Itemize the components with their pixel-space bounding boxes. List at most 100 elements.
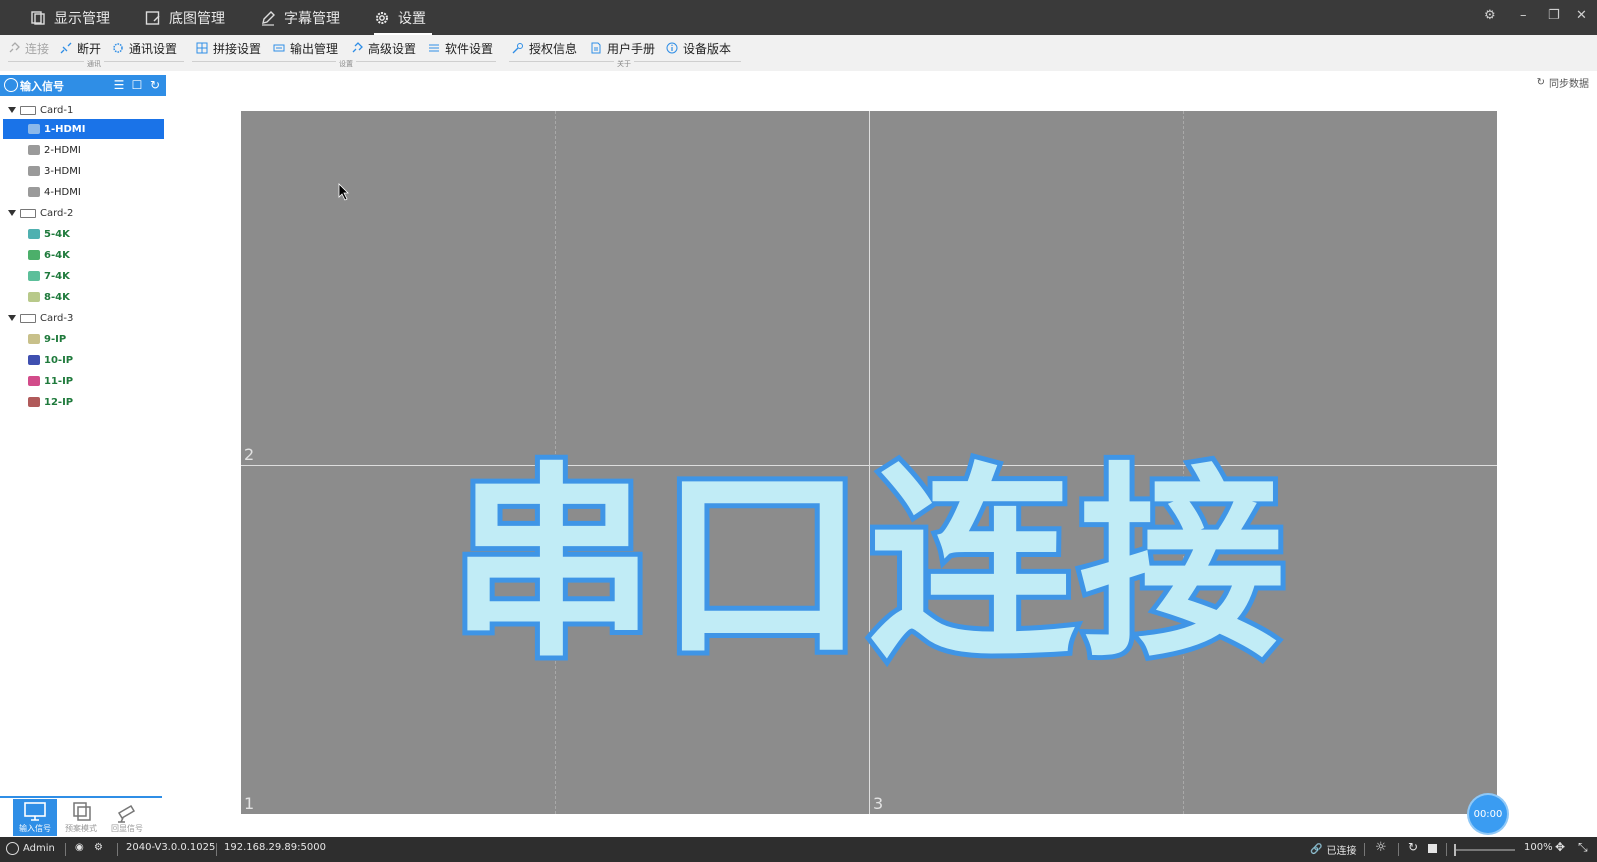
input-5-4k[interactable]: 5-4K [28, 226, 70, 242]
input-4-hdmi[interactable]: 4-HDMI [28, 184, 81, 200]
tree-card-1[interactable]: Card-1 [8, 102, 73, 118]
input-2-hdmi[interactable]: 2-HDMI [28, 142, 81, 158]
card-icon [20, 313, 36, 323]
input-label: 2-HDMI [44, 144, 81, 156]
card-icon [20, 105, 36, 115]
brightness-icon[interactable]: ☼ [1375, 840, 1387, 855]
input-label: 10-IP [44, 354, 74, 366]
expand-triangle-icon[interactable] [8, 210, 16, 216]
tab-preset-mode[interactable]: 预案模式 [59, 799, 103, 836]
input-6-4k[interactable]: 6-4K [28, 247, 70, 263]
input-label: 1-HDMI [44, 123, 86, 135]
tab-subtitle-management[interactable]: 字幕管理 [260, 0, 340, 35]
output-management-button[interactable]: 输出管理 [273, 41, 338, 56]
splice-settings-button[interactable]: 拼接设置 [196, 41, 262, 56]
input-signal-panel-header: 输入信号 ☰ ☐ ↻ [0, 75, 166, 96]
stop-icon[interactable] [1428, 844, 1437, 853]
zoom-slider[interactable] [1455, 849, 1515, 851]
input-3-hdmi[interactable]: 3-HDMI [28, 163, 81, 179]
advanced-settings-label: 高级设置 [368, 41, 417, 56]
refresh-icon[interactable]: ↻ [148, 78, 162, 92]
mouse-cursor-icon [338, 183, 349, 201]
tab-background-management[interactable]: 底图管理 [145, 0, 225, 35]
disconnect-button[interactable]: 断开 [60, 41, 102, 56]
license-info-button[interactable]: 授权信息 [512, 41, 577, 56]
tab-settings[interactable]: 设置 [374, 0, 432, 35]
input-label: 4-HDMI [44, 186, 81, 198]
input-label: 6-4K [44, 249, 70, 261]
device-version-button[interactable]: 设备版本 [666, 41, 731, 56]
comm-settings-label: 通讯设置 [129, 41, 178, 56]
image-edit-icon [145, 10, 160, 25]
divider [1364, 843, 1365, 856]
card-icon [20, 208, 36, 218]
input-11-ip[interactable]: 11-IP [28, 373, 73, 389]
restore-icon[interactable]: ❐ [1548, 8, 1560, 23]
zoom-slider-handle[interactable] [1454, 844, 1456, 856]
language-icon[interactable]: ◉ [75, 842, 84, 853]
monitor-4k-icon [28, 229, 40, 239]
tab-input-signal[interactable]: 输入信号 [13, 799, 57, 836]
hdmi-icon [28, 145, 40, 155]
zoom-level: 100% [1524, 842, 1553, 853]
comm-settings-button[interactable]: 通讯设置 [112, 41, 178, 56]
timer-button[interactable]: 00:00 [1469, 795, 1507, 833]
connection-status: 🔗 已连接 [1310, 842, 1356, 857]
sync-data-button[interactable]: ↻ 同步数据 [1537, 75, 1589, 90]
card-label: Card-3 [40, 312, 74, 324]
divider [216, 843, 217, 856]
input-7-4k[interactable]: 7-4K [28, 268, 70, 284]
bottom-tabs-divider [0, 796, 162, 798]
card-label: Card-2 [40, 207, 74, 219]
square-view-icon[interactable]: ☐ [130, 78, 144, 92]
disconnect-label: 断开 [77, 41, 102, 56]
input-8-4k[interactable]: 8-4K [28, 289, 70, 305]
tab-echo-signal[interactable]: 回显信号 [105, 799, 149, 836]
group-label-about: 关于 [614, 59, 634, 69]
ip-camera-icon [28, 376, 40, 386]
pen-icon [262, 10, 275, 26]
tab-label: 输入信号 [19, 824, 51, 833]
hdmi-icon [28, 124, 40, 134]
user-manual-button[interactable]: 用户手册 [590, 41, 655, 56]
sync-label: 同步数据 [1549, 79, 1589, 90]
input-10-ip[interactable]: 10-IP [28, 352, 73, 368]
user-indicator[interactable]: Admin [6, 842, 55, 855]
connect-label: 连接 [25, 41, 50, 56]
list-view-icon[interactable]: ☰ [112, 78, 126, 92]
tab-label: 预案模式 [65, 824, 97, 833]
input-12-ip[interactable]: 12-IP [28, 394, 73, 410]
tab-label: 设置 [398, 10, 426, 27]
tab-label: 显示管理 [54, 10, 110, 27]
connect-button[interactable]: 连接 [8, 41, 50, 56]
input-9-ip[interactable]: 9-IP [28, 331, 66, 347]
tree-card-3[interactable]: Card-3 [8, 310, 73, 326]
close-icon[interactable]: ✕ [1576, 8, 1587, 23]
advanced-settings-button[interactable]: 高级设置 [351, 41, 417, 56]
minimize-icon[interactable]: – [1520, 8, 1527, 23]
hdmi-icon [28, 187, 40, 197]
expand-triangle-icon[interactable] [8, 315, 16, 321]
input-1-hdmi[interactable]: 1-HDMI [28, 121, 85, 137]
video-wall-canvas[interactable]: 2 1 3 串口连接 [241, 111, 1497, 814]
divider [1446, 843, 1447, 856]
gear-icon [376, 11, 388, 24]
software-settings-button[interactable]: 软件设置 [428, 41, 493, 56]
expand-triangle-icon[interactable] [8, 107, 16, 113]
settings-gear-icon[interactable]: ⚙ [1484, 8, 1496, 23]
fit-screen-icon[interactable]: ✥ [1555, 840, 1565, 854]
refresh-icon[interactable]: ↻ [1408, 840, 1418, 854]
toolbar: 连接 断开 通讯设置 拼接设置 输出管理 高级设置 软件设置 授权信息 用户手册… [0, 35, 1597, 71]
tab-display-management[interactable]: 显示管理 [30, 0, 110, 35]
input-label: 5-4K [44, 228, 70, 240]
user-name: Admin [23, 843, 55, 854]
group-label-comm: 通讯 [84, 59, 104, 69]
fullscreen-icon[interactable]: ⤡ [1578, 840, 1588, 855]
monitor-4k-icon [28, 250, 40, 260]
settings-gear-icon[interactable]: ⚙ [94, 842, 103, 853]
title-bar: 显示管理 底图管理 字幕管理 设置 ⚙ – ❐ ✕ [0, 0, 1597, 35]
collapse-circle-icon[interactable] [4, 78, 18, 92]
connection-label: 已连接 [1326, 846, 1357, 857]
tree-card-2[interactable]: Card-2 [8, 205, 73, 221]
splice-settings-label: 拼接设置 [213, 41, 262, 56]
